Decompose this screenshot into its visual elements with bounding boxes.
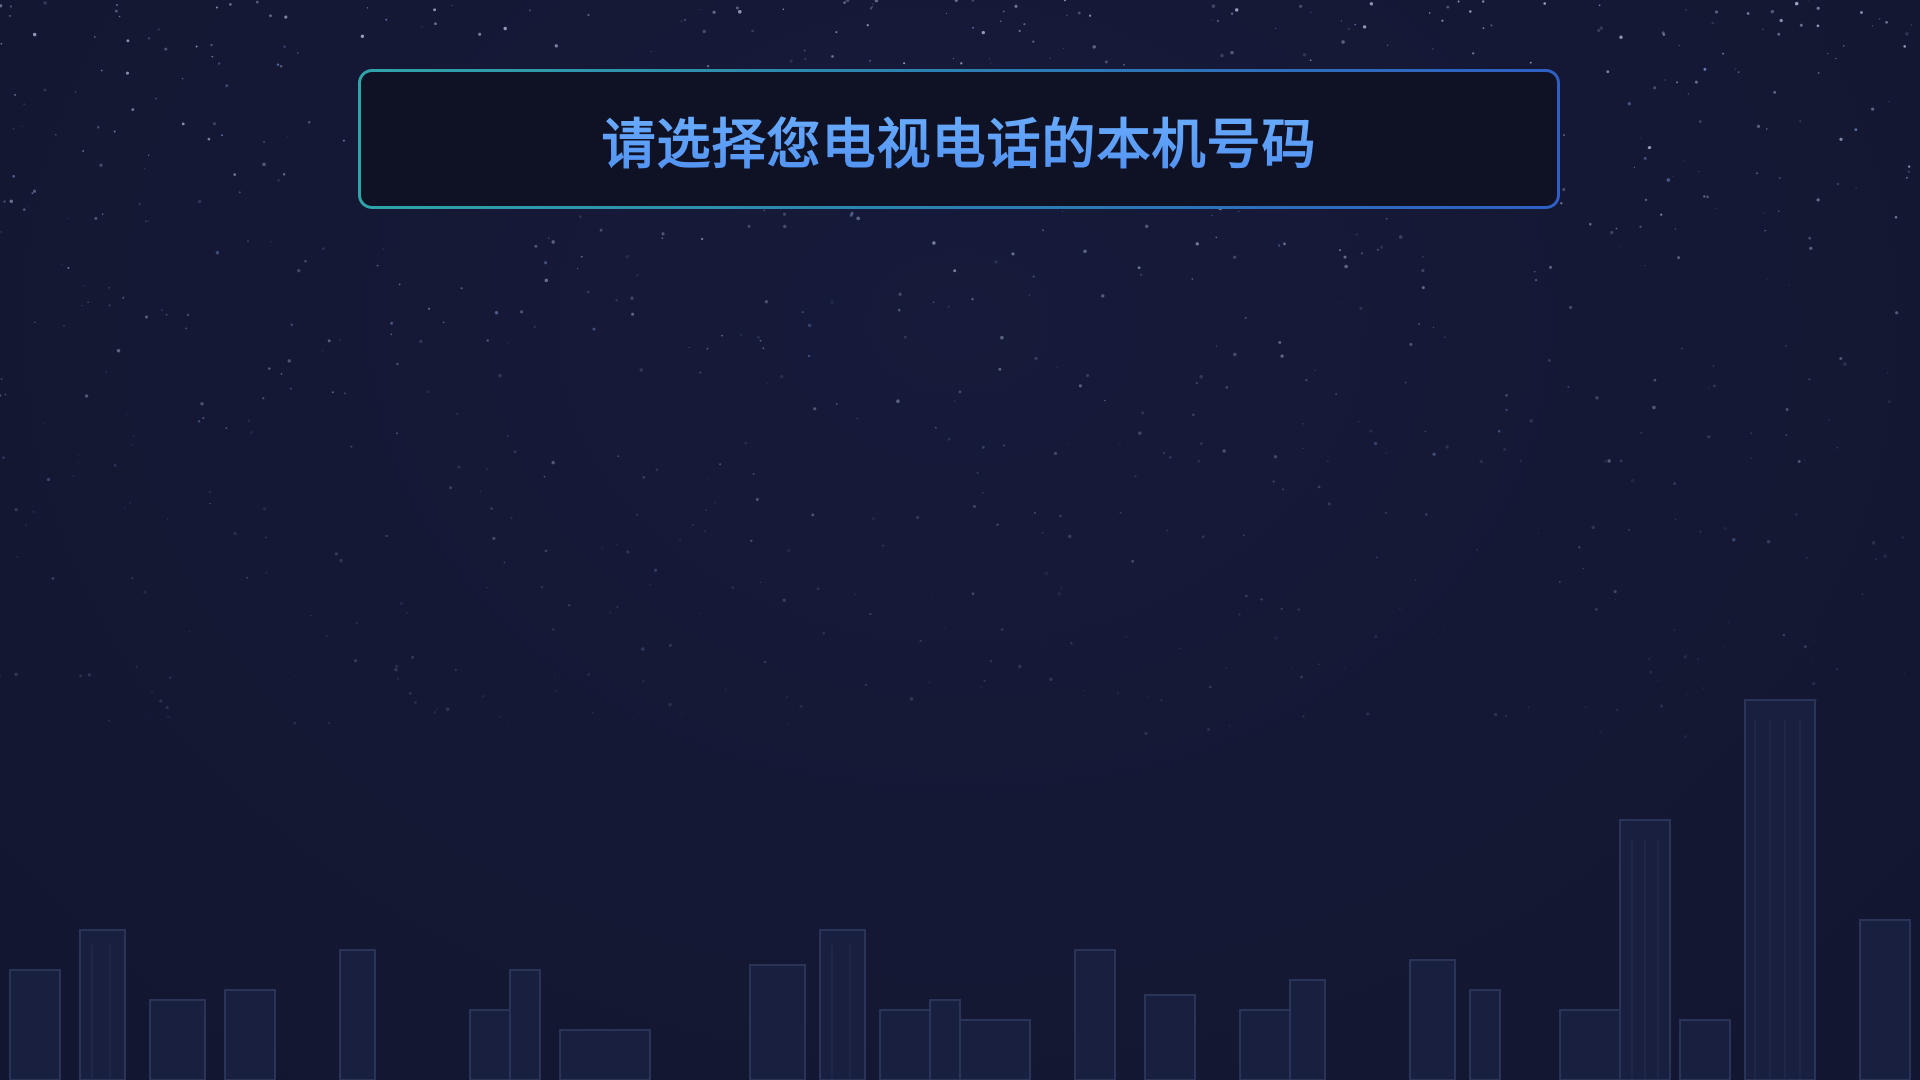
- screen: 请选择您电视电话的本机号码: [0, 0, 1920, 1080]
- page-title: 请选择您电视电话的本机号码: [602, 100, 1317, 179]
- title-panel: 请选择您电视电话的本机号码: [358, 69, 1560, 209]
- city-skyline-background: [9, 699, 1911, 1080]
